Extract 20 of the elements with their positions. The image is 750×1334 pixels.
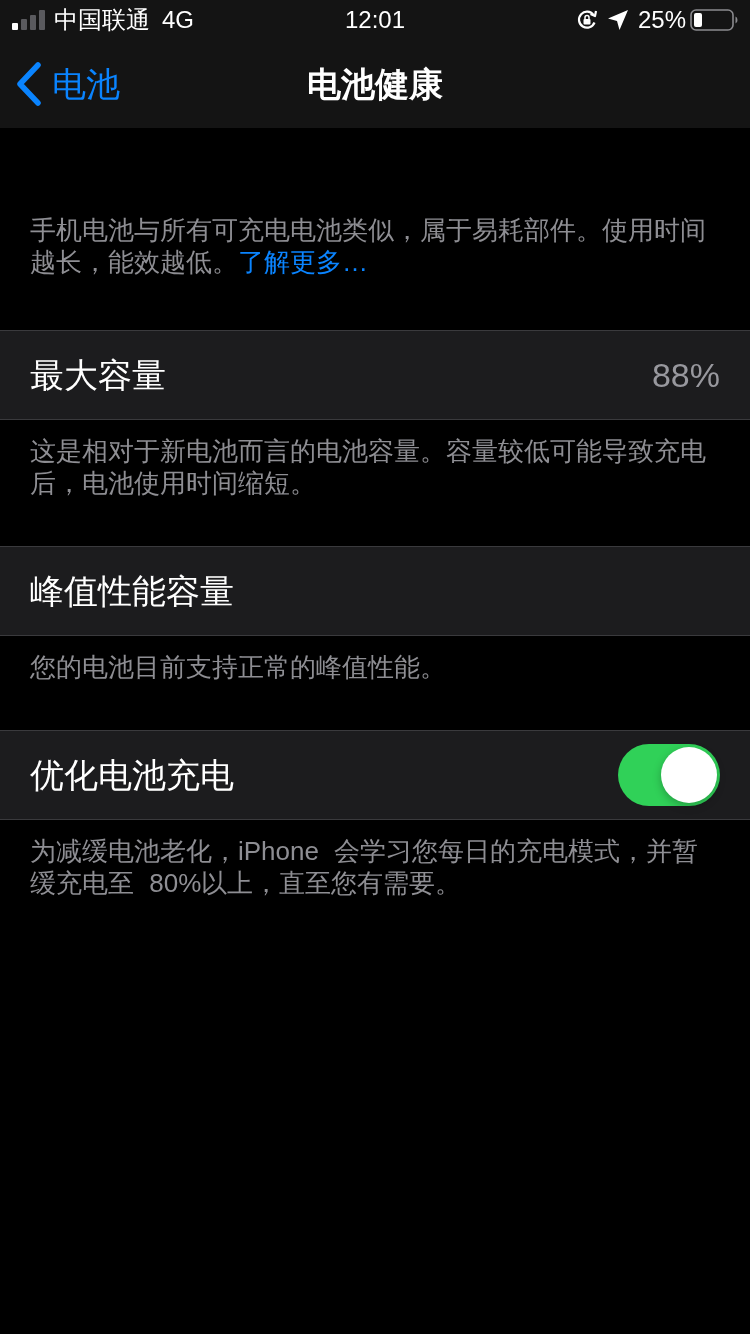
carrier-name: 中国联通 <box>54 6 150 34</box>
signal-icon <box>12 10 46 30</box>
chevron-left-icon <box>16 62 42 106</box>
battery-icon <box>690 9 738 31</box>
rotation-lock-icon <box>575 9 598 31</box>
row-label: 最大容量 <box>30 355 166 395</box>
network-type: 4G <box>162 6 194 34</box>
location-arrow-icon <box>607 10 628 30</box>
footer-note: 为减缓电池老化，iPhone 会学习您每日的充电模式，并暂缓充电至 80%以上，直至您有需要。 <box>30 835 700 899</box>
row-value: 88% <box>651 355 720 395</box>
back-button[interactable]: 电池 <box>0 62 120 106</box>
status-time: 12:01 <box>344 6 406 34</box>
learn-more-link[interactable]: 了解更多… <box>238 247 368 277</box>
page-title: 电池健康 <box>307 64 443 104</box>
footer-note: 这是相对于新电池而言的电池容量。容量较低可能导致充电后，电池使用时间缩短。 <box>30 435 707 499</box>
intro-paragraph: 手机电池与所有可充电电池类似，属于易耗部件。使用时间越长，能效越低。了解更多… <box>30 214 707 278</box>
row-label: 峰值性能容量 <box>30 571 234 611</box>
battery-percent: 25% <box>637 6 686 34</box>
row-label: 优化电池充电 <box>30 755 234 795</box>
footer-note: 您的电池目前支持正常的峰值性能。 <box>30 651 447 683</box>
